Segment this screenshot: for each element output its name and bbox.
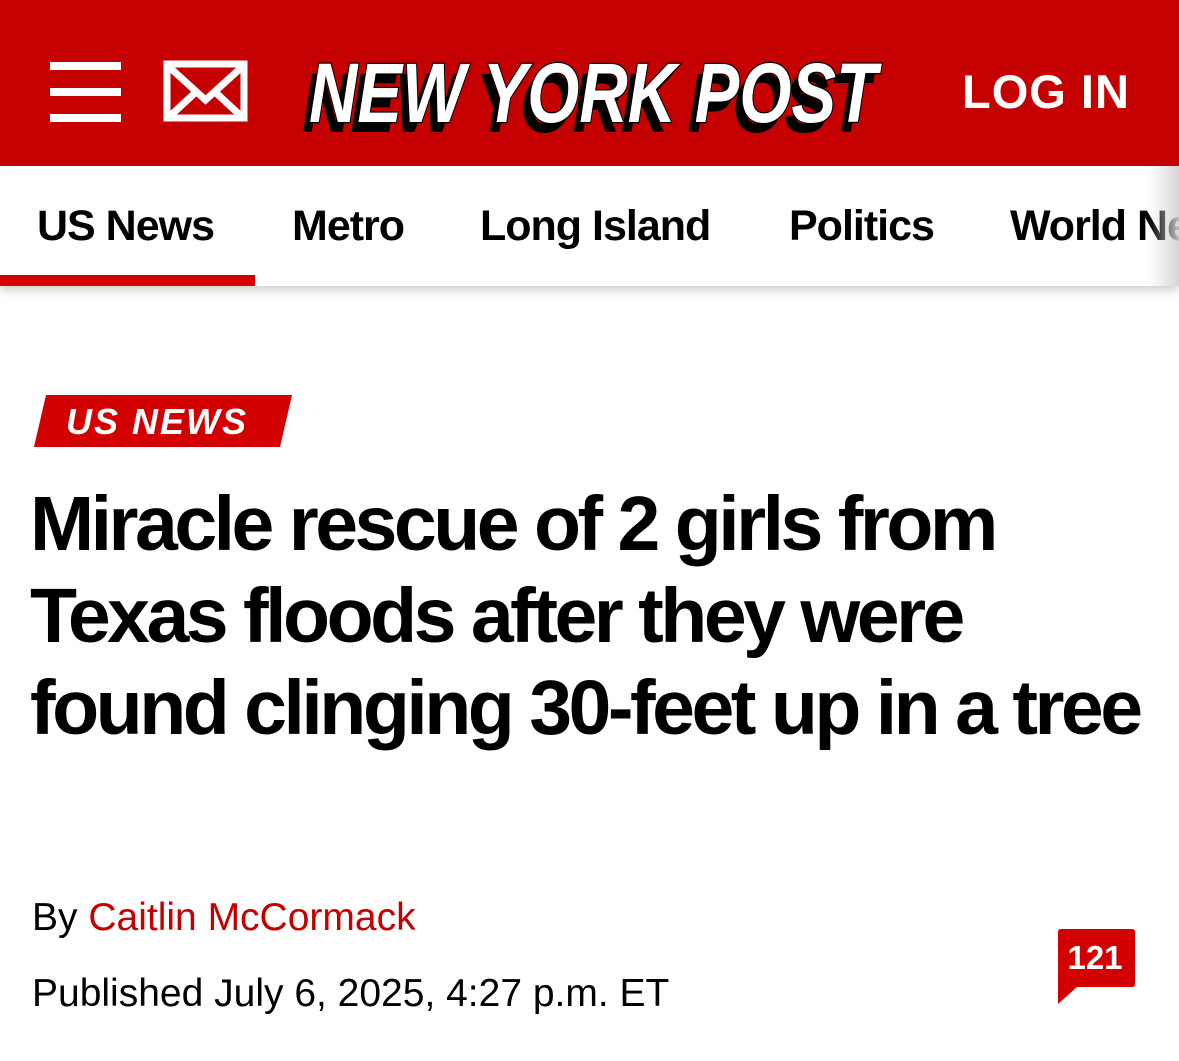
- nav-item-us-news[interactable]: US News: [37, 202, 215, 251]
- section-nav: US News Metro Long Island Politics World…: [0, 166, 1179, 286]
- author-link[interactable]: Caitlin McCormack: [88, 896, 415, 939]
- nav-item-metro[interactable]: Metro: [292, 202, 405, 251]
- comment-count: 121: [1067, 939, 1123, 976]
- comments-button[interactable]: 121: [1055, 929, 1135, 1004]
- nav-item-politics[interactable]: Politics: [789, 202, 935, 251]
- logo-text: NEW YORK POST: [309, 46, 882, 140]
- section-tag-label: US NEWS: [66, 401, 249, 442]
- published-date: Published July 6, 2025, 4:27 p.m. ET: [32, 972, 670, 1015]
- active-tab-indicator: [0, 275, 255, 286]
- nav-item-long-island[interactable]: Long Island: [480, 202, 711, 251]
- site-header: NEW YORK POST NEW YORK POST LOG IN: [0, 0, 1179, 166]
- byline-prefix: By: [32, 896, 89, 939]
- byline: By Caitlin McCormack: [32, 896, 416, 940]
- hamburger-menu-icon[interactable]: [50, 62, 121, 122]
- article-headline: Miracle rescue of 2 girls from Texas flo…: [30, 481, 1143, 751]
- nav-scroll-fade: [1149, 166, 1179, 286]
- login-button[interactable]: LOG IN: [962, 64, 1130, 120]
- section-tag[interactable]: US NEWS: [34, 395, 292, 447]
- envelope-icon[interactable]: [163, 60, 248, 122]
- site-logo[interactable]: NEW YORK POST NEW YORK POST: [286, 36, 896, 150]
